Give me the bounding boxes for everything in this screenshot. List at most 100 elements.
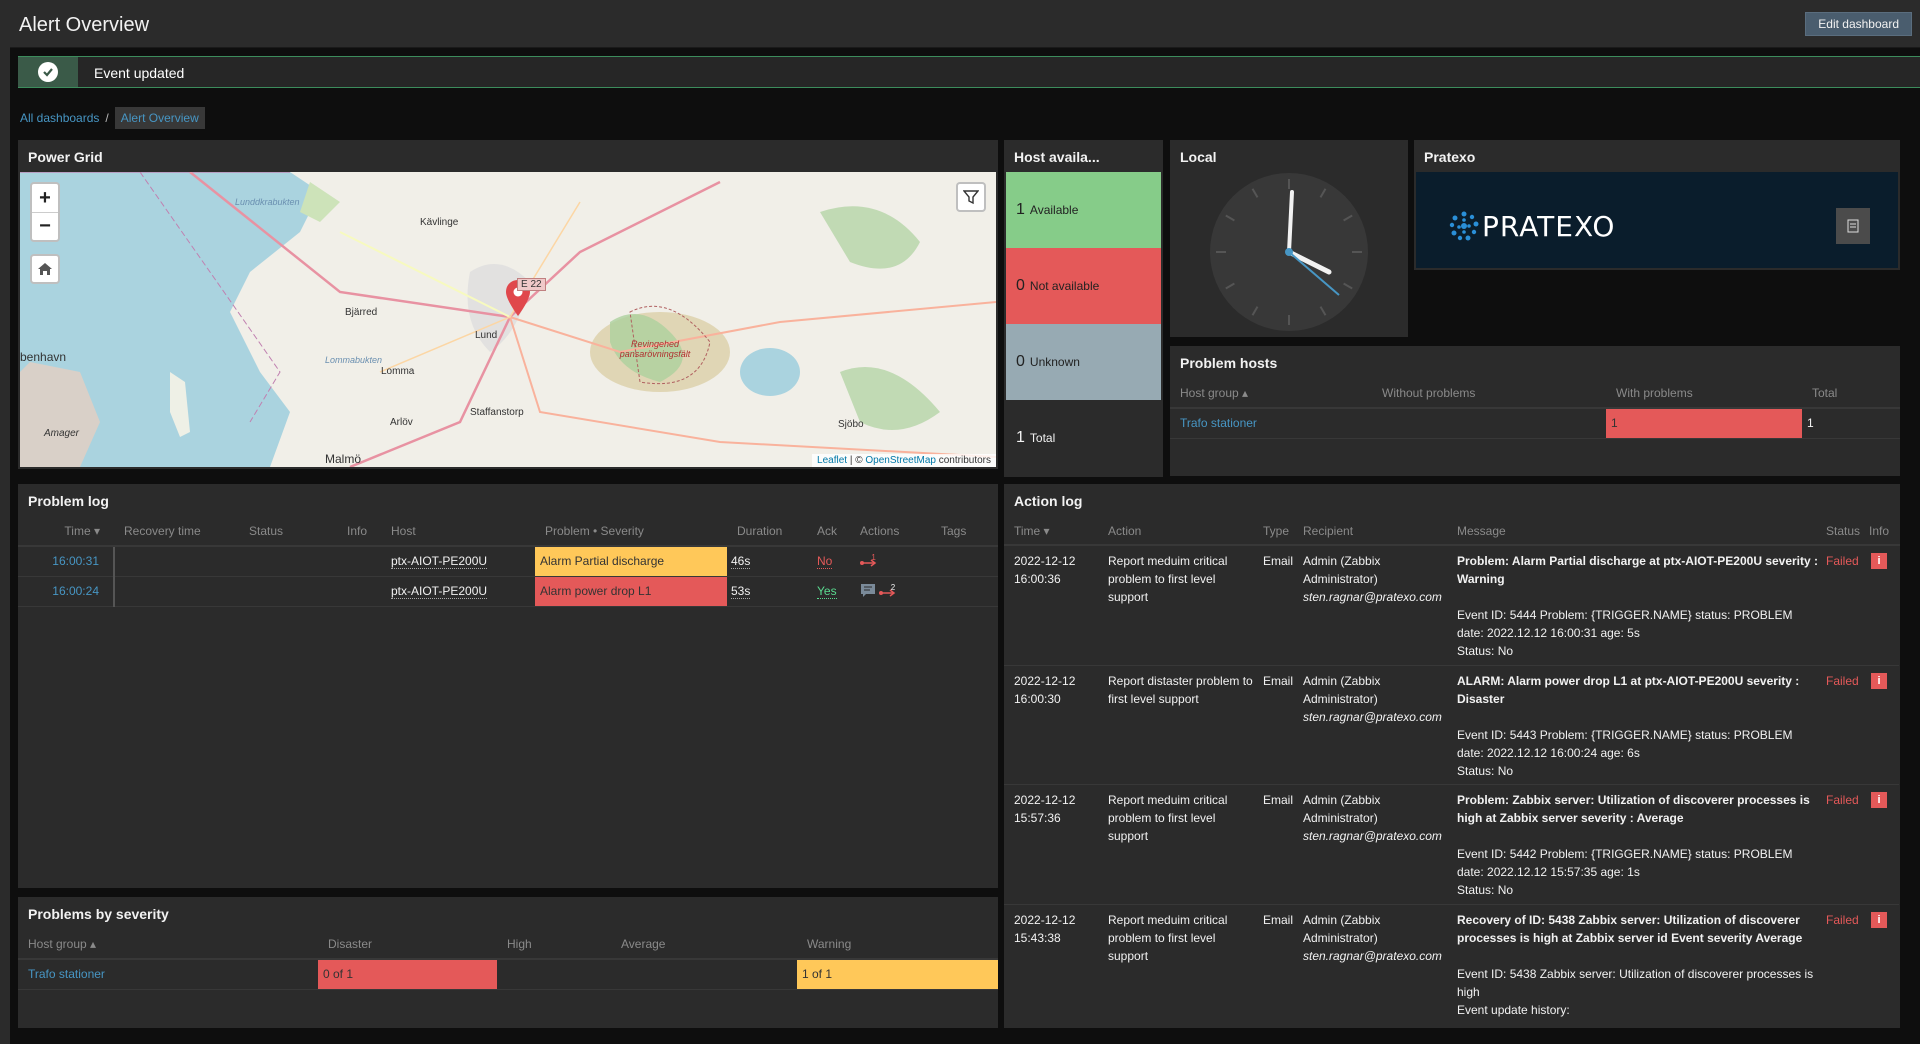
widget-title: Host availa... <box>1014 149 1100 165</box>
action-type: Email <box>1263 674 1294 688</box>
problem-severity-cell[interactable]: Alarm Partial discharge <box>535 546 727 577</box>
column-header: Recipient <box>1303 524 1354 538</box>
column-header[interactable]: Host group ▴ <box>18 929 318 960</box>
with-problems-count: 1 <box>1611 416 1618 431</box>
recipient-email: sten.ragnar@pratexo.com <box>1303 829 1442 843</box>
disaster-cell[interactable]: 0 of 1 <box>318 959 497 990</box>
actions-cell[interactable]: 1 <box>850 546 931 577</box>
problem-log-table: Time ▾ Recovery time Status Info Host Pr… <box>18 516 998 607</box>
recipient-name: Admin (Zabbix Administrator) <box>1303 554 1381 586</box>
breadcrumb-all-dashboards[interactable]: All dashboards <box>20 111 99 125</box>
map-home-button[interactable] <box>30 254 60 284</box>
column-header: Warning <box>797 929 998 960</box>
action-name: Report distaster problem to first level … <box>1108 674 1253 706</box>
host-group-link[interactable]: Trafo stationer <box>28 967 105 981</box>
message-status-line: Status: No <box>1457 883 1514 897</box>
with-problems-cell[interactable]: 1 <box>1606 408 1802 439</box>
image-placeholder-button[interactable] <box>1836 208 1870 244</box>
actions-cell[interactable]: 2 <box>850 576 931 607</box>
unknown-count: 0 <box>1016 353 1025 370</box>
info-icon[interactable]: i <box>1871 912 1887 928</box>
leaflet-link[interactable]: Leaflet <box>817 455 847 466</box>
action-type: Email <box>1263 913 1294 927</box>
table-row: 2022-12-12 16:00:30 Report distaster pro… <box>1004 666 1899 785</box>
action-status: Failed <box>1826 674 1859 688</box>
problem-time-link[interactable]: 16:00:24 <box>52 584 99 598</box>
ack-link[interactable]: Yes <box>817 584 837 599</box>
power-grid-widget: Power Grid Lunddkrabukten Kävlinge Bjärr… <box>18 140 998 469</box>
action-date: 2022-12-12 <box>1014 793 1076 807</box>
actions-count: 2 <box>890 582 896 592</box>
host-group-link[interactable]: Trafo stationer <box>1180 416 1257 430</box>
zoom-out-button[interactable]: − <box>32 212 58 240</box>
host-avail-total[interactable]: 1 Total <box>1006 400 1161 476</box>
message-icon-box <box>18 57 78 87</box>
table-row: 2022-12-12 15:43:38 Report meduim critic… <box>1004 905 1899 1028</box>
status-cell <box>239 546 337 577</box>
filter-icon <box>963 190 979 205</box>
problem-hosts-widget: Problem hosts Host group ▴ Without probl… <box>1170 346 1900 476</box>
message-subject: ALARM: Alarm power drop L1 at ptx-AIOT-P… <box>1457 674 1800 706</box>
column-header: Message <box>1457 524 1506 538</box>
warning-cell[interactable]: 1 of 1 <box>797 959 998 990</box>
message-status-line: Event update history: <box>1457 1003 1570 1017</box>
available-count: 1 <box>1016 201 1025 218</box>
breadcrumb-current[interactable]: Alert Overview <box>114 107 205 129</box>
warning-count: 1 of 1 <box>802 967 833 982</box>
not-available-count: 0 <box>1016 277 1025 294</box>
problem-hosts-table: Host group ▴ Without problems With probl… <box>1170 378 1900 439</box>
problem-severity-cell[interactable]: Alarm power drop L1 <box>535 576 727 607</box>
action-status: Failed <box>1826 554 1859 568</box>
zoom-in-button[interactable]: + <box>32 184 58 212</box>
host-name[interactable]: ptx-AIOT-PE200U <box>391 584 488 599</box>
host-avail-unknown[interactable]: 0 Unknown <box>1006 324 1161 400</box>
edit-dashboard-button[interactable]: Edit dashboard <box>1805 12 1912 36</box>
map-place-label: Lunddkrabukten <box>235 197 300 207</box>
map-attribution: Leaflet | © OpenStreetMap contributors <box>812 454 996 467</box>
host-avail-not-available[interactable]: 0 Not available <box>1006 248 1161 324</box>
column-header: Status <box>239 516 337 547</box>
column-header: Problem • Severity <box>535 516 727 547</box>
table-row: 2022-12-12 16:00:36 Report meduim critic… <box>1004 546 1899 666</box>
widget-title: Action log <box>1014 493 1083 509</box>
info-icon[interactable]: i <box>1871 553 1887 569</box>
map-place-label: benhavn <box>20 350 67 364</box>
recipient-email: sten.ragnar@pratexo.com <box>1303 710 1442 724</box>
osm-link[interactable]: OpenStreetMap <box>865 455 936 466</box>
action-log-widget: Action log Time ▾ Action Type Recipient … <box>1004 484 1900 1028</box>
action-log-header: Time ▾ Action Type Recipient Message Sta… <box>1004 516 1900 546</box>
info-icon[interactable]: i <box>1871 792 1887 808</box>
widget-title: Pratexo <box>1424 149 1476 165</box>
recipient-email: sten.ragnar@pratexo.com <box>1303 949 1442 963</box>
widget-title: Local <box>1180 149 1217 165</box>
average-cell <box>611 959 797 990</box>
table-row: 16:00:31 ptx-AIOT-PE200U Alarm Partial d… <box>18 546 998 577</box>
message-bar: Event updated <box>18 56 1920 88</box>
message-body: Event ID: 5443 Problem: {TRIGGER.NAME} s… <box>1457 728 1793 760</box>
host-avail-available[interactable]: 1 Available <box>1006 172 1161 248</box>
map-filter-button[interactable] <box>956 182 986 212</box>
column-header[interactable]: Time ▾ <box>1014 522 1050 540</box>
check-circle-icon <box>38 62 58 82</box>
message-body: Event ID: 5438 Zabbix server: Utilizatio… <box>1457 967 1814 999</box>
host-name[interactable]: ptx-AIOT-PE200U <box>391 554 488 570</box>
total-label: Total <box>1029 431 1056 445</box>
table-row: Trafo stationer 1 1 <box>1170 408 1900 439</box>
column-header: Info <box>1869 524 1890 538</box>
message-status-line: Status: No <box>1457 764 1514 778</box>
map-place-label: Arlöv <box>390 417 413 428</box>
widget-title: Power Grid <box>28 149 103 165</box>
column-header: Duration <box>727 516 807 547</box>
breadcrumb-separator: / <box>105 111 109 125</box>
info-icon[interactable]: i <box>1871 673 1887 689</box>
pratexo-widget: Pratexo PRATEXO <box>1414 140 1900 270</box>
map-view[interactable]: Lunddkrabukten Kävlinge Bjärred Lund ben… <box>20 172 996 467</box>
column-header[interactable]: Host group ▴ <box>1170 378 1372 409</box>
ack-link[interactable]: No <box>817 554 833 570</box>
action-name: Report meduim critical problem to first … <box>1108 554 1228 604</box>
page-title: Alert Overview <box>19 14 150 36</box>
column-header: Recovery time <box>114 516 239 547</box>
problem-time-link[interactable]: 16:00:31 <box>52 554 99 568</box>
zoom-controls: + − <box>30 182 60 242</box>
column-header[interactable]: Time ▾ <box>18 516 114 547</box>
